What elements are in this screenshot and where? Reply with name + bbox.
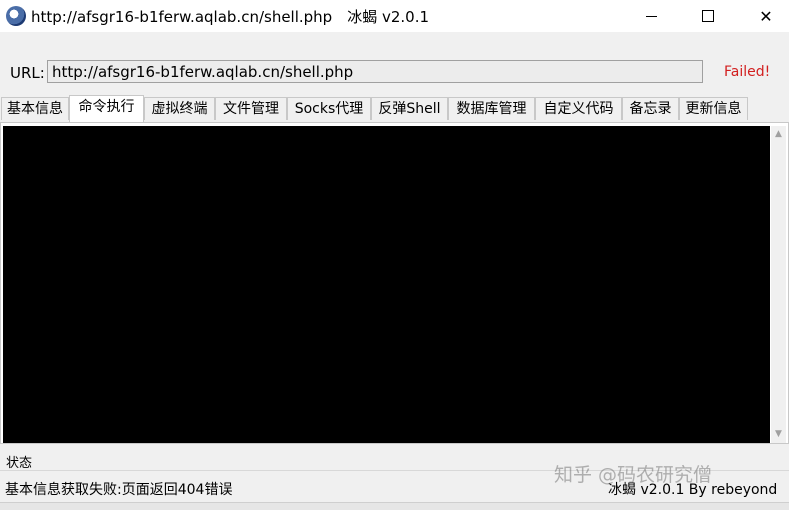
- app-logo-icon: [6, 6, 26, 26]
- watermark: 知乎 @码农研究僧: [554, 464, 713, 486]
- connection-status: Failed!: [724, 64, 771, 80]
- status-message: 基本信息获取失败:页面返回404错误: [5, 482, 233, 498]
- url-label: URL:: [10, 64, 45, 82]
- title-bar: http://afsgr16-b1ferw.aqlab.cn/shell.php…: [0, 0, 789, 32]
- tab-update-info[interactable]: 更新信息: [679, 97, 748, 120]
- tab-virtual-terminal[interactable]: 虚拟终端: [144, 97, 215, 120]
- maximize-icon: [702, 10, 714, 22]
- tab-socks-proxy[interactable]: Socks代理: [287, 97, 371, 120]
- minimize-button[interactable]: [628, 0, 674, 32]
- tab-memo[interactable]: 备忘录: [622, 97, 679, 120]
- minimize-icon: [645, 15, 657, 17]
- tab-bar: 基本信息 命令执行 虚拟终端 文件管理 Socks代理 反弹Shell 数据库管…: [0, 95, 789, 122]
- close-icon: ✕: [759, 6, 773, 26]
- command-console[interactable]: [3, 126, 770, 443]
- tab-custom-code[interactable]: 自定义代码: [535, 97, 622, 120]
- status-label: 状态: [6, 456, 33, 471]
- scroll-down-icon[interactable]: ▼: [774, 430, 783, 439]
- scroll-up-icon[interactable]: ▲: [774, 130, 783, 139]
- tab-database-manager[interactable]: 数据库管理: [448, 97, 535, 120]
- url-row: URL: Failed!: [0, 56, 789, 88]
- tab-reverse-shell[interactable]: 反弹Shell: [371, 97, 448, 120]
- close-button[interactable]: ✕: [743, 0, 789, 32]
- maximize-button[interactable]: [685, 0, 731, 32]
- console-scrollbar[interactable]: ▲ ▼: [771, 126, 786, 443]
- tab-command-exec[interactable]: 命令执行: [69, 95, 144, 122]
- tab-file-manager[interactable]: 文件管理: [215, 97, 287, 120]
- url-input[interactable]: [47, 60, 703, 83]
- window-title: http://afsgr16-b1ferw.aqlab.cn/shell.php…: [31, 8, 430, 26]
- tab-basic-info[interactable]: 基本信息: [1, 97, 69, 120]
